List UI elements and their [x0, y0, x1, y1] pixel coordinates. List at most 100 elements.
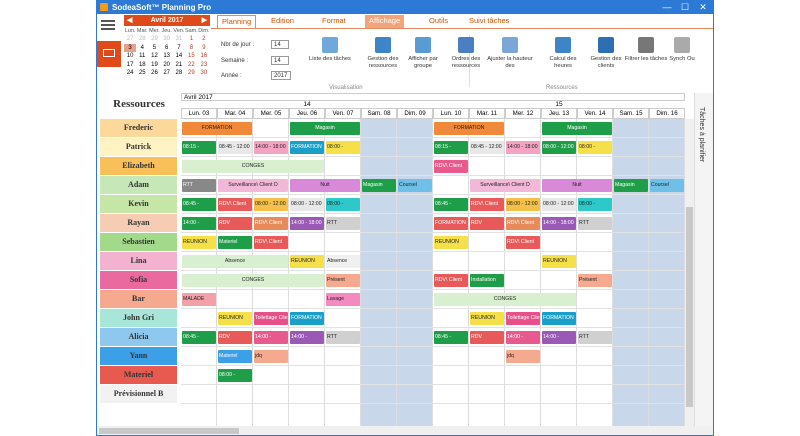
calendar-day[interactable]: 27: [161, 69, 173, 77]
planning-event[interactable]: RTT: [182, 179, 216, 192]
calendar-day[interactable]: 12: [148, 52, 160, 60]
planning-event[interactable]: RDV\ Client: [218, 198, 252, 211]
planning-event[interactable]: 08:00 - 12:00: [254, 198, 288, 211]
calendar-day[interactable]: 14: [173, 52, 185, 60]
day-header[interactable]: Lun. 03: [181, 109, 217, 119]
calendar-day[interactable]: 31: [173, 35, 185, 43]
planning-event[interactable]: RDV\ Client: [470, 198, 504, 211]
planning-event[interactable]: Magasin: [614, 179, 648, 192]
planning-event[interactable]: REUNION: [434, 236, 468, 249]
planning-event[interactable]: REUNION: [218, 312, 252, 325]
planning-event[interactable]: Absence: [182, 255, 288, 268]
planning-event[interactable]: Toilettage Client A: [254, 312, 288, 325]
planning-event[interactable]: Absence: [326, 255, 360, 268]
planning-event[interactable]: 14:00 -: [506, 331, 540, 344]
planning-event[interactable]: Présent: [578, 274, 612, 287]
calendar-day[interactable]: 7: [173, 44, 185, 52]
calendar-day[interactable]: 23: [198, 61, 210, 69]
planning-event[interactable]: jdq: [254, 350, 288, 363]
planning-event[interactable]: 08:00 - 12:00: [542, 141, 576, 154]
planning-event[interactable]: 08:45 -: [182, 331, 216, 344]
tab-planning[interactable]: Planning: [217, 15, 257, 28]
planning-event[interactable]: FORMATION: [290, 312, 324, 325]
day-header[interactable]: Mer. 12: [505, 109, 541, 119]
calendar-day[interactable]: 22: [185, 61, 198, 69]
planning-event[interactable]: RDV: [218, 331, 252, 344]
ribbon-button[interactable]: Ajuster la hauteur des: [487, 37, 533, 69]
planning-event[interactable]: Toilettage Client A: [506, 312, 540, 325]
calendar-day[interactable]: 29: [148, 35, 160, 43]
ribbon-button[interactable]: Calcul des heures: [540, 37, 586, 69]
planning-event[interactable]: 08:15 -: [182, 141, 216, 154]
planning-event[interactable]: CONGES: [182, 274, 324, 287]
planning-event[interactable]: Magasin: [542, 122, 612, 135]
planning-event[interactable]: Magasin: [362, 179, 396, 192]
planning-event[interactable]: 08:00 - 12:00: [542, 198, 576, 211]
resource-sebastien[interactable]: Sebastien: [100, 233, 177, 251]
semaine-input[interactable]: 14: [271, 56, 289, 65]
planning-event[interactable]: 14:00 -: [182, 217, 216, 230]
planning-event[interactable]: jdq: [506, 350, 540, 363]
resource-alicia[interactable]: Alicia: [100, 328, 177, 346]
planning-event[interactable]: Nuit: [542, 179, 612, 192]
calendar-day[interactable]: 15: [185, 52, 198, 60]
calendar-day[interactable]: 6: [161, 44, 173, 52]
planning-event[interactable]: FORMATION: [182, 122, 252, 135]
calendar-day[interactable]: 28: [173, 69, 185, 77]
calendar-day[interactable]: 3: [124, 43, 137, 53]
planning-event[interactable]: RDV\ Client: [506, 217, 540, 230]
planning-event[interactable]: RDV: [218, 217, 252, 230]
planning-event[interactable]: RTT: [578, 331, 612, 344]
day-header[interactable]: Mar. 04: [217, 109, 253, 119]
planning-event[interactable]: 14:00 - 18:00: [254, 141, 288, 154]
close-button[interactable]: ✕: [695, 1, 711, 14]
planning-event[interactable]: 14:00 - 18:00: [506, 141, 540, 154]
planning-event[interactable]: Coursel: [398, 179, 432, 192]
calendar-day[interactable]: 16: [198, 52, 210, 60]
planning-event[interactable]: 08:15 -: [434, 141, 468, 154]
annee-input[interactable]: 2017: [271, 71, 291, 80]
planning-event[interactable]: Installation: [470, 274, 504, 287]
planning-event[interactable]: RDV: [470, 331, 504, 344]
calendar-day[interactable]: 9: [198, 44, 210, 52]
calendar-next-icon[interactable]: ▶: [202, 15, 207, 26]
calendar-day[interactable]: 18: [136, 61, 148, 69]
planning-event[interactable]: 14:00 -: [254, 331, 288, 344]
calendar-day[interactable]: 20: [161, 61, 173, 69]
calendar-day[interactable]: 10: [124, 52, 136, 60]
resource-bar[interactable]: Bar: [100, 290, 177, 308]
day-header[interactable]: Dim. 16: [649, 109, 685, 119]
planning-event[interactable]: 08:45 -: [434, 198, 468, 211]
day-header[interactable]: Ven. 07: [325, 109, 361, 119]
planning-event[interactable]: Surveillance\ Client D: [218, 179, 288, 192]
planning-event[interactable]: Materiel: [218, 350, 252, 363]
nbr-jour-input[interactable]: 14: [271, 40, 289, 49]
calendar-prev-icon[interactable]: ◀: [127, 15, 132, 26]
resource-materiel[interactable]: Materiel: [100, 366, 177, 384]
planning-event[interactable]: Magasin: [290, 122, 360, 135]
planning-event[interactable]: RDV\ Client: [254, 236, 288, 249]
resource-lina[interactable]: Lina: [100, 252, 177, 270]
tab-edition[interactable]: Edition: [267, 15, 298, 28]
day-header[interactable]: Dim. 09: [397, 109, 433, 119]
planning-event[interactable]: RDV\ Client: [434, 160, 468, 173]
calendar-day[interactable]: 24: [124, 69, 136, 77]
calendar-day[interactable]: 1: [185, 35, 198, 43]
planning-event[interactable]: CONGES: [182, 160, 324, 173]
planning-event[interactable]: REUNION: [182, 236, 216, 249]
calendar-day[interactable]: 11: [136, 52, 148, 60]
calendar-day[interactable]: 26: [148, 69, 160, 77]
ribbon-button[interactable]: Ordres des ressources: [443, 37, 489, 69]
hamburger-menu-icon[interactable]: [101, 20, 115, 30]
planning-event[interactable]: FORMATION: [434, 122, 504, 135]
day-header[interactable]: Sam. 08: [361, 109, 397, 119]
calendar-day[interactable]: 28: [136, 35, 148, 43]
calendar-day[interactable]: 30: [161, 35, 173, 43]
maximize-button[interactable]: ☐: [677, 1, 693, 14]
day-header[interactable]: Ven. 14: [577, 109, 613, 119]
planning-event[interactable]: RTT: [326, 331, 360, 344]
vertical-scrollbar[interactable]: [685, 119, 694, 426]
calendar-day[interactable]: 27: [124, 35, 136, 43]
resource-yann[interactable]: Yann: [100, 347, 177, 365]
tab-suivitches[interactable]: Suivi tâches: [465, 15, 513, 28]
